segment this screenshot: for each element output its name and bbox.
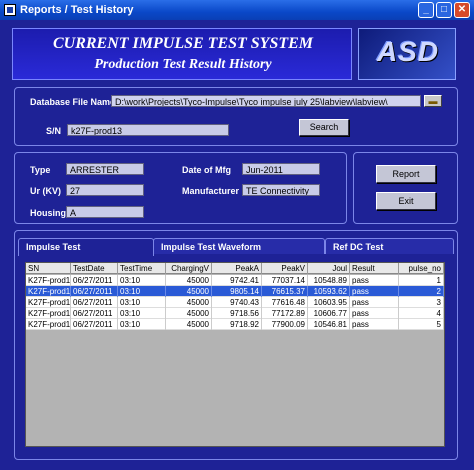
column-header[interactable]: PeakV	[262, 263, 308, 274]
table-cell: 03:10	[118, 297, 166, 308]
table-cell: 77900.09	[262, 319, 308, 330]
tab-ref-dc-test[interactable]: Ref DC Test	[325, 238, 454, 254]
column-header[interactable]: pulse_no	[399, 263, 444, 274]
banner-title: CURRENT IMPULSE TEST SYSTEM	[52, 35, 314, 52]
table-cell: 10593.62	[308, 286, 350, 297]
table-cell: 45000	[166, 308, 212, 319]
table-cell: 77172.89	[262, 308, 308, 319]
table-row[interactable]: K27F-prod13 06/27/2011 03:10 45000 9740.43 77…	[26, 297, 444, 308]
manufacturer-label: Manufacturer	[182, 186, 240, 196]
table-cell: K27F-prod13	[28, 319, 71, 330]
table-cell: K27F-prod13	[28, 297, 71, 308]
sn-input[interactable]: k27F-prod13	[67, 124, 229, 136]
table-cell: 45000	[166, 297, 212, 308]
table-row[interactable]: K27F-prod13 06/27/2011 03:10 45000 9805.14 76…	[26, 286, 444, 297]
table-cell: 45000	[166, 319, 212, 330]
mfg-date-label: Date of Mfg	[182, 165, 231, 175]
column-header[interactable]: PeakA	[212, 263, 262, 274]
table-cell: 2	[399, 286, 444, 297]
table-cell: 10548.89	[308, 275, 350, 286]
table-cell: 10603.95	[308, 297, 350, 308]
type-field: ARRESTER	[66, 163, 144, 175]
table-cell: 3	[399, 297, 444, 308]
table-cell: 5	[399, 319, 444, 330]
mfg-date-field: Jun-2011	[242, 163, 320, 175]
table-cell: 06/27/2011	[71, 275, 118, 286]
app-icon	[4, 4, 16, 16]
table-cell: pass	[350, 286, 399, 297]
column-header[interactable]: TestDate	[71, 263, 118, 274]
table-cell: 9805.14	[212, 286, 262, 297]
table-cell: pass	[350, 308, 399, 319]
database-label: Database File Name	[30, 97, 116, 107]
table-cell: pass	[350, 297, 399, 308]
ur-label: Ur (KV)	[30, 186, 61, 196]
table-cell: 76615.37	[262, 286, 308, 297]
table-cell: 45000	[166, 286, 212, 297]
table-cell: 9740.43	[212, 297, 262, 308]
banner-subtitle: Production Test Result History	[94, 57, 272, 72]
housing-label: Housing	[30, 208, 66, 218]
table-cell: 77616.48	[262, 297, 308, 308]
table-cell: 9718.56	[212, 308, 262, 319]
table-row[interactable]: K27F-prod13 06/27/2011 03:10 45000 9718.92 77…	[26, 319, 444, 330]
table-cell: 1	[399, 275, 444, 286]
table-cell: 06/27/2011	[71, 308, 118, 319]
close-button[interactable]: ✕	[454, 2, 470, 18]
table-cell: 45000	[166, 275, 212, 286]
column-header[interactable]: SN	[26, 263, 71, 274]
table-cell: 06/27/2011	[71, 297, 118, 308]
table-cell: 03:10	[118, 308, 166, 319]
sn-label: S/N	[46, 126, 62, 136]
table-cell: 03:10	[118, 286, 166, 297]
manufacturer-field: TE Connectivity	[242, 184, 320, 196]
search-button[interactable]: Search	[299, 119, 349, 136]
column-header[interactable]: TestTime	[118, 263, 166, 274]
logo-text: ASD	[376, 36, 440, 67]
tab-impulse-waveform[interactable]: Impulse Test Waveform	[153, 238, 325, 254]
table-cell: 10546.81	[308, 319, 350, 330]
window-title: Reports / Test History	[20, 4, 134, 16]
report-button[interactable]: Report	[376, 165, 436, 183]
header-banner: CURRENT IMPULSE TEST SYSTEM Production T…	[12, 28, 352, 80]
table-cell: K27F-prod13	[28, 286, 71, 297]
table-cell: 06/27/2011	[71, 319, 118, 330]
column-header[interactable]: Joul	[308, 263, 350, 274]
table-row[interactable]: K27F-prod13 06/27/2011 03:10 45000 9718.56 77…	[26, 308, 444, 319]
table-cell: K27F-prod13	[28, 275, 71, 286]
table-cell: 06/27/2011	[71, 286, 118, 297]
table-cell: 77037.14	[262, 275, 308, 286]
browse-folder-icon[interactable]: ▬	[424, 95, 442, 107]
database-path-field[interactable]: D:\work\Projects\Tyco-Impulse\Tyco impul…	[111, 95, 421, 107]
table-cell: 9718.92	[212, 319, 262, 330]
title-bar: Reports / Test History _ □ ✕	[0, 0, 474, 20]
column-header[interactable]: ChargingV	[166, 263, 212, 274]
table-cell: K27F-prod13	[28, 308, 71, 319]
results-table[interactable]: SN TestDate TestTime ChargingV PeakA Pea…	[25, 262, 445, 447]
housing-field: A	[66, 206, 144, 218]
table-cell: 9742.41	[212, 275, 262, 286]
table-header: SN TestDate TestTime ChargingV PeakA Pea…	[26, 263, 444, 274]
maximize-button[interactable]: □	[436, 2, 452, 18]
table-row[interactable]: K27F-prod13 06/27/2011 03:10 45000 9742.41 77…	[26, 275, 444, 286]
column-header[interactable]: Result	[350, 263, 399, 274]
ur-field: 27	[66, 184, 144, 196]
type-label: Type	[30, 165, 51, 175]
table-cell: 4	[399, 308, 444, 319]
actions-panel	[353, 152, 458, 224]
company-logo: ASD	[358, 28, 456, 80]
table-cell: 10606.77	[308, 308, 350, 319]
table-cell: 03:10	[118, 275, 166, 286]
tab-impulse-test[interactable]: Impulse Test	[18, 238, 154, 256]
exit-button[interactable]: Exit	[376, 192, 436, 210]
table-cell: pass	[350, 275, 399, 286]
table-cell: pass	[350, 319, 399, 330]
minimize-button[interactable]: _	[418, 2, 434, 18]
table-cell: 03:10	[118, 319, 166, 330]
